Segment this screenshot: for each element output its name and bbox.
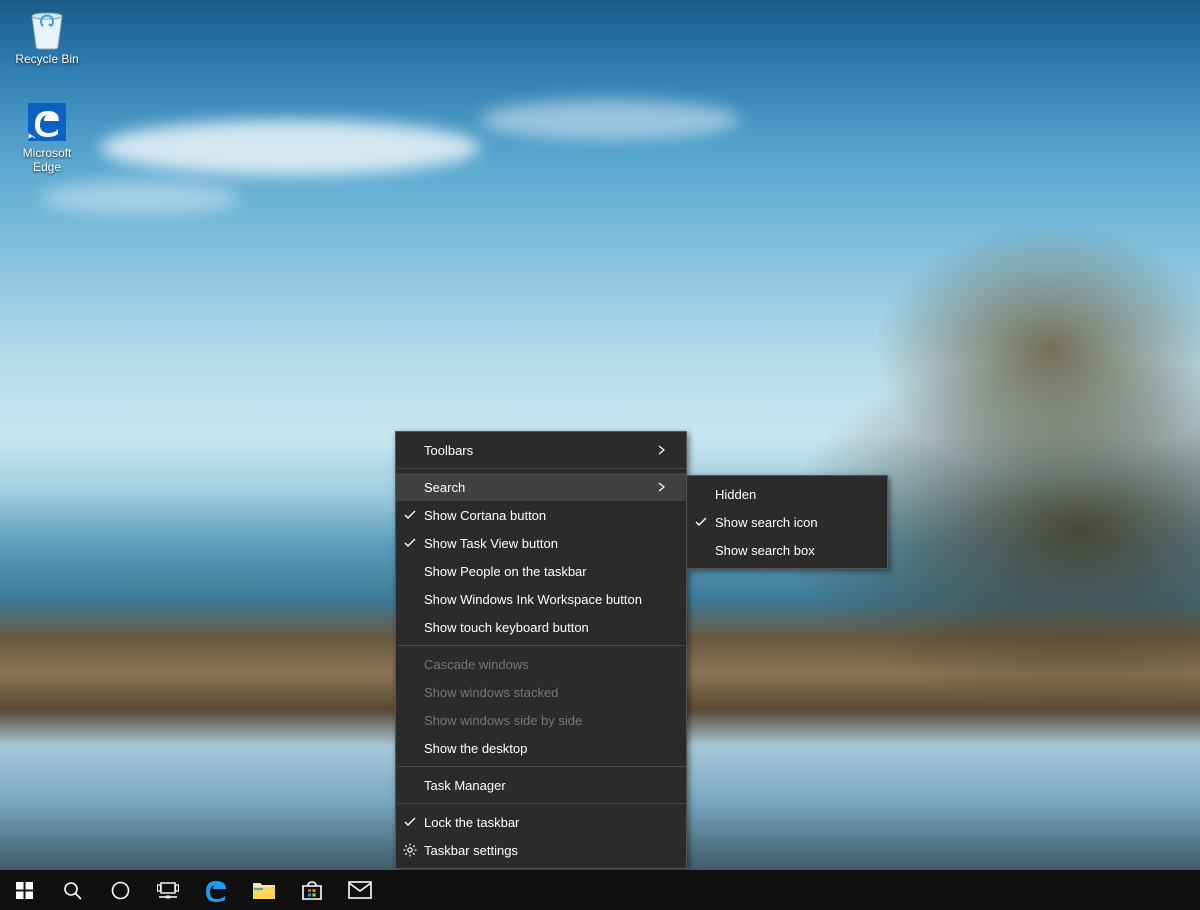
store-icon [300, 878, 324, 902]
search-button[interactable] [48, 870, 96, 910]
menu-item-label: Show the desktop [424, 741, 674, 756]
menu-item-sidebyside: Show windows side by side [396, 706, 686, 734]
menu-item-label: Show touch keyboard button [424, 620, 674, 635]
menu-item-label: Show windows stacked [424, 685, 674, 700]
submenu-item-show-search-icon[interactable]: Show search icon [687, 508, 887, 536]
chevron-right-icon [658, 482, 674, 492]
menu-item-label: Show Task View button [424, 536, 674, 551]
menu-item-show-taskview[interactable]: Show Task View button [396, 529, 686, 557]
menu-item-task-manager[interactable]: Task Manager [396, 771, 686, 799]
menu-item-label: Task Manager [424, 778, 674, 793]
checkmark-icon [396, 816, 424, 828]
cloud-decoration [40, 180, 240, 215]
menu-item-label: Show Cortana button [424, 508, 674, 523]
menu-item-label: Search [424, 480, 658, 495]
checkmark-icon [396, 509, 424, 521]
gear-icon [396, 843, 424, 857]
taskbar[interactable] [0, 870, 1200, 910]
menu-item-toolbars[interactable]: Toolbars [396, 436, 686, 464]
recycle-bin-icon [25, 6, 69, 50]
menu-separator [397, 645, 685, 646]
menu-separator [397, 803, 685, 804]
taskview-icon [157, 881, 179, 899]
menu-item-cascade: Cascade windows [396, 650, 686, 678]
menu-item-label: Cascade windows [424, 657, 674, 672]
checkmark-icon [687, 516, 715, 528]
taskbar-app-mail[interactable] [336, 870, 384, 910]
search-submenu: Hidden Show search icon Show search box [686, 475, 888, 569]
menu-item-label: Hidden [715, 487, 875, 502]
menu-item-taskbar-settings[interactable]: Taskbar settings [396, 836, 686, 864]
menu-item-stacked: Show windows stacked [396, 678, 686, 706]
menu-item-label: Show windows side by side [424, 713, 674, 728]
menu-item-label: Lock the taskbar [424, 815, 674, 830]
menu-item-label: Toolbars [424, 443, 658, 458]
taskview-button[interactable] [144, 870, 192, 910]
desktop-icon-label: Microsoft Edge [10, 146, 84, 174]
edge-icon [203, 877, 229, 903]
taskbar-app-store[interactable] [288, 870, 336, 910]
menu-item-label: Show People on the taskbar [424, 564, 674, 579]
menu-separator [397, 766, 685, 767]
edge-icon [25, 100, 69, 144]
menu-item-label: Taskbar settings [424, 843, 674, 858]
taskbar-context-menu: Toolbars Search Show Cortana button Show… [395, 431, 687, 869]
taskbar-app-explorer[interactable] [240, 870, 288, 910]
desktop-icon-label: Recycle Bin [10, 52, 84, 66]
submenu-item-show-search-box[interactable]: Show search box [687, 536, 887, 564]
chevron-right-icon [658, 445, 674, 455]
menu-item-label: Show Windows Ink Workspace button [424, 592, 674, 607]
menu-item-show-people[interactable]: Show People on the taskbar [396, 557, 686, 585]
submenu-item-hidden[interactable]: Hidden [687, 480, 887, 508]
taskbar-app-edge[interactable] [192, 870, 240, 910]
desktop-icon-recycle-bin[interactable]: Recycle Bin [10, 6, 84, 66]
cloud-decoration [480, 100, 740, 140]
menu-item-label: Show search icon [715, 515, 875, 530]
windows-logo-icon [16, 882, 33, 899]
menu-separator [397, 468, 685, 469]
mail-icon [348, 881, 372, 899]
menu-item-show-ink[interactable]: Show Windows Ink Workspace button [396, 585, 686, 613]
folder-icon [252, 879, 276, 901]
menu-item-show-desktop[interactable]: Show the desktop [396, 734, 686, 762]
cortana-button[interactable] [96, 870, 144, 910]
start-button[interactable] [0, 870, 48, 910]
menu-item-show-touch-keyboard[interactable]: Show touch keyboard button [396, 613, 686, 641]
cortana-icon [111, 881, 130, 900]
cloud-decoration [100, 120, 480, 175]
menu-item-label: Show search box [715, 543, 875, 558]
desktop-icon-edge[interactable]: Microsoft Edge [10, 100, 84, 174]
menu-item-lock-taskbar[interactable]: Lock the taskbar [396, 808, 686, 836]
menu-item-search[interactable]: Search [396, 473, 686, 501]
search-icon [63, 881, 82, 900]
checkmark-icon [396, 537, 424, 549]
menu-item-show-cortana[interactable]: Show Cortana button [396, 501, 686, 529]
